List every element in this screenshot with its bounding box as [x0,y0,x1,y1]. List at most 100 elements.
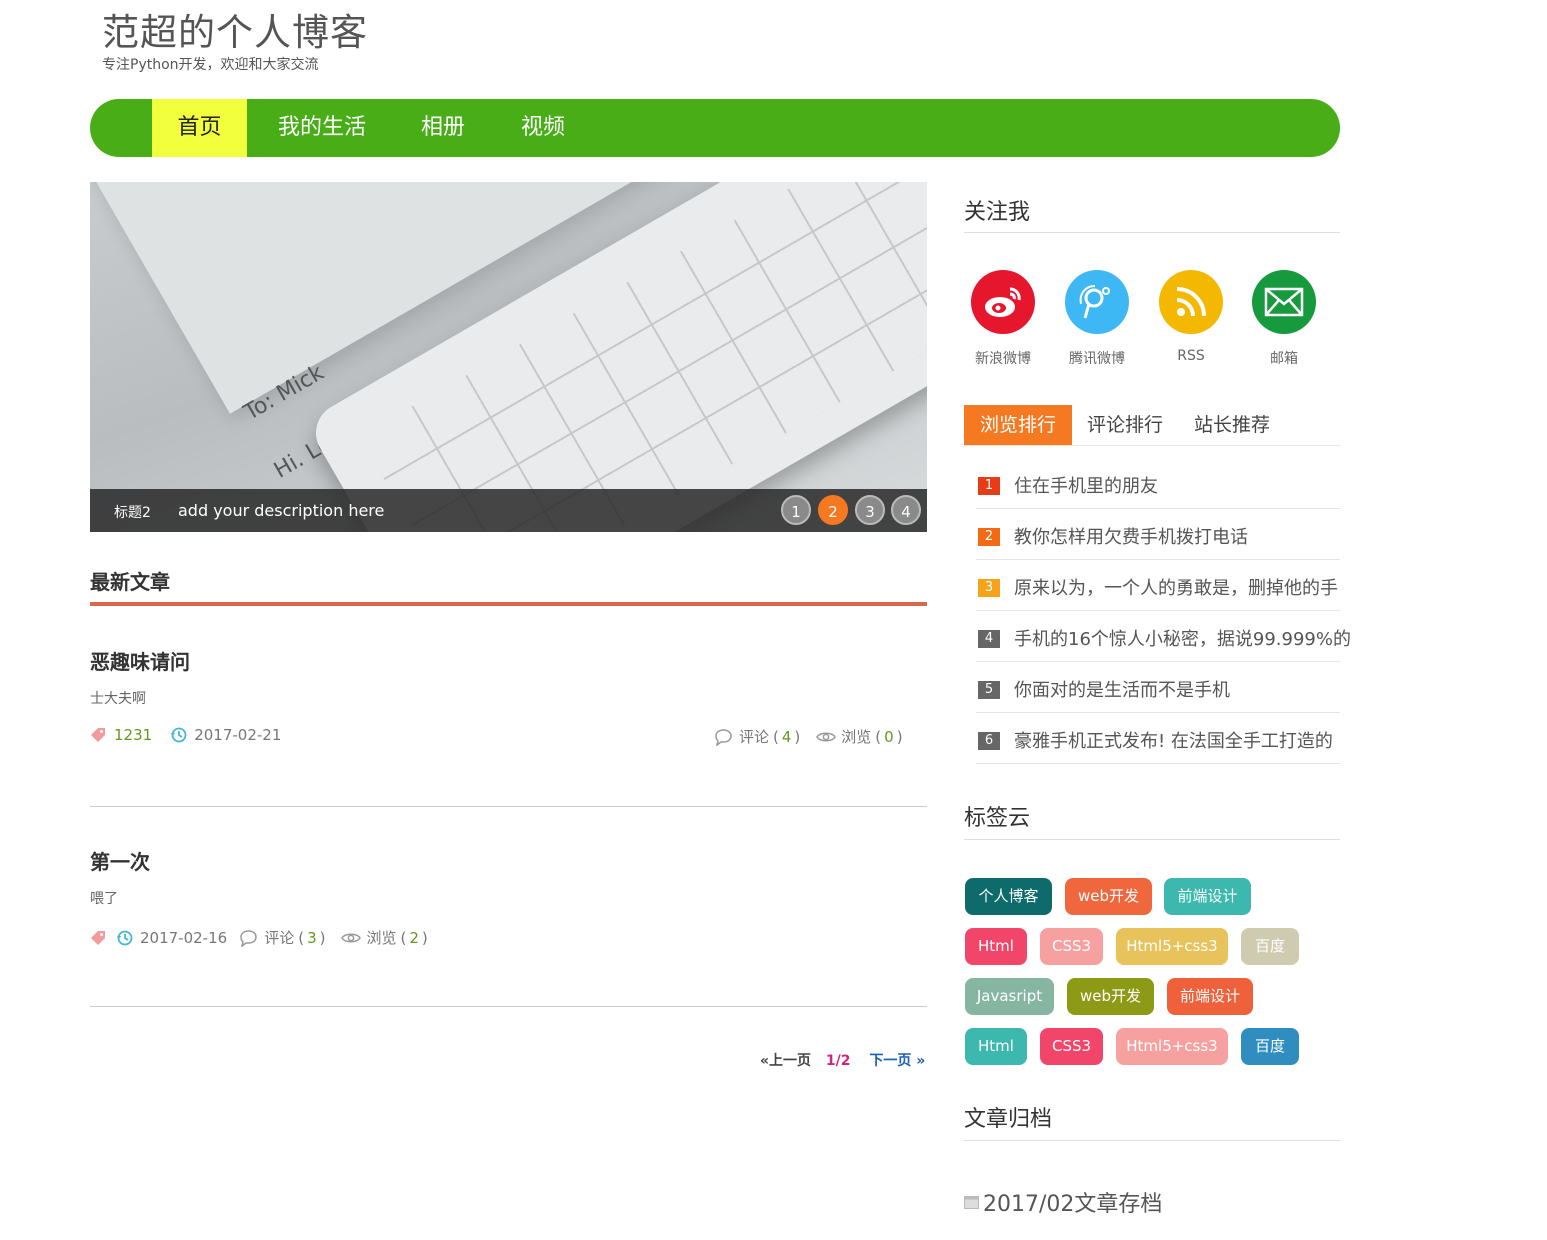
ranking-item[interactable]: 4 手机的16个惊人小秘密，据说99.999%的 [976,611,1351,662]
tag-link[interactable]: 百度 [1241,1028,1299,1065]
tag-link[interactable]: Html5+css3 [1116,928,1228,965]
ranking-badge: 5 [978,681,1000,699]
nav-item-album[interactable]: 相册 [402,99,484,157]
nav-item-home[interactable]: 首页 [152,99,247,157]
article-comments-label: 评论 [264,929,295,947]
ranking-title: 豪雅手机正式发布! 在法国全手工打造的 [1014,731,1333,752]
article-title[interactable]: 第一次 [90,846,150,875]
slider-caption-title: 标题2 [114,505,151,521]
follow-rss[interactable]: RSS [1151,270,1231,364]
follow-mail[interactable]: 邮箱 [1244,270,1324,368]
ranking-badge: 2 [978,528,1000,546]
article-views-label: 浏览 [366,929,397,947]
ranking-item[interactable]: 5 你面对的是生活而不是手机 [976,662,1340,713]
tag-icon [91,728,105,742]
article-views-label: 浏览 [841,728,872,746]
tag-icon [91,930,105,945]
follow-label: RSS [1177,348,1205,364]
eye-icon [341,933,362,942]
ranking-title: 手机的16个惊人小秘密，据说99.999%的 [1014,629,1351,650]
ranking-item[interactable]: 2 教你怎样用欠费手机拨打电话 [976,509,1340,560]
ranking-tabs: 浏览排行 评论排行 站长推荐 [964,405,1340,446]
tag-link[interactable]: web开发 [1067,978,1154,1015]
tag-link[interactable]: 百度 [1241,928,1299,965]
latest-articles-rule [90,602,927,606]
history-icon [117,930,133,945]
tag-link[interactable]: Html5+css3 [1116,1028,1228,1065]
ranking-title: 原来以为，一个人的勇敢是，删掉他的手 [1014,578,1338,599]
archive-rule [964,1140,1340,1141]
comment-icon [715,728,732,746]
archive-item[interactable]: 2017/02文章存档 [964,1186,1162,1218]
follow-label: 邮箱 [1270,351,1298,367]
ranking-item[interactable]: 1 住在手机里的朋友 [976,458,1340,509]
tag-link[interactable]: web开发 [1065,878,1152,915]
ranking-title: 住在手机里的朋友 [1014,476,1158,497]
slider-caption-desc: add your description here [178,501,385,520]
article-divider [90,806,927,807]
ranking-badge: 3 [978,579,1000,597]
slider-dot-1[interactable]: 1 [781,495,811,525]
ranking-title: 你面对的是生活而不是手机 [1014,680,1230,701]
latest-articles-heading: 最新文章 [90,570,170,594]
eye-icon [816,732,837,741]
weibo-icon [971,270,1035,334]
image-slider[interactable]: To: Mick Hi. Long time no see. How 标题2 a… [90,182,927,532]
nav-item-my-life[interactable]: 我的生活 [262,99,382,157]
site-subtitle: 专注Python开发，欢迎和大家交流 [102,57,319,73]
tag-link[interactable]: 个人博客 [965,878,1052,915]
tag-link[interactable]: CSS3 [1040,1028,1103,1065]
follow-label: 腾讯微博 [1069,351,1125,367]
tagcloud-heading: 标签云 [964,806,1031,831]
ranking-badge: 1 [978,477,1000,495]
slider-dot-4[interactable]: 4 [891,495,921,525]
article-divider [90,1006,927,1007]
tab-most-commented[interactable]: 评论排行 [1079,405,1171,445]
history-icon [171,727,187,743]
article-meta: 2017-02-16 评论 (3) 浏览 (2) [90,927,428,948]
ranking-item[interactable]: 3 原来以为，一个人的勇敢是，删掉他的手 [976,560,1340,611]
article-comments-count: 3 [307,928,317,947]
article-summary: 喂了 [90,891,118,907]
slider-caption: 标题2 add your description here 1 2 3 4 [90,489,927,532]
pager-next-link[interactable]: 下一页 » [869,1053,925,1069]
tencent-weibo-icon [1065,270,1129,334]
article-title[interactable]: 恶趣味请问 [90,646,190,675]
tag-link[interactable]: CSS3 [1040,928,1103,965]
slider-dot-2[interactable]: 2 [818,495,848,525]
mail-icon [1252,270,1316,334]
rss-icon [1159,270,1223,334]
article-summary: 士大夫啊 [90,691,146,707]
article-comments-count: 4 [781,727,792,746]
tag-link[interactable]: 前端设计 [1164,878,1251,915]
pager-current: 1/2 [825,1053,851,1069]
article-date: 2017-02-16 [140,928,228,947]
article-views-count: 2 [409,928,419,947]
tab-recommended[interactable]: 站长推荐 [1186,405,1278,445]
calendar-icon [964,1196,979,1209]
article-comments-label: 评论 [739,728,770,746]
ranking-badge: 4 [978,630,1000,648]
pagination: «上一页 1/2 下一页 » [760,1050,925,1070]
follow-rule [964,232,1340,233]
tag-link[interactable]: Html [965,928,1027,965]
tag-link[interactable]: 前端设计 [1167,978,1253,1015]
pager-prev-link[interactable]: «上一页 [760,1053,811,1069]
site-title[interactable]: 范超的个人博客 [102,2,368,56]
comment-icon [240,929,257,947]
tag-link[interactable]: Javasript [965,978,1054,1015]
archive-item-label: 2017/02文章存档 [983,1192,1163,1217]
article-meta-right: 评论 (4) 浏览 (0) [714,726,903,747]
tag-link[interactable]: Html [965,1028,1027,1065]
tagcloud-rule [964,839,1340,840]
follow-tencent-weibo[interactable]: 腾讯微博 [1057,270,1137,368]
nav-item-video[interactable]: 视频 [502,99,584,157]
article-meta-left: 1231 2017-02-21 [90,726,281,744]
article-tag[interactable]: 1231 [114,726,152,744]
ranking-badge: 6 [978,732,1000,750]
follow-weibo[interactable]: 新浪微博 [963,270,1043,368]
slider-dot-3[interactable]: 3 [855,495,885,525]
article-views-count: 0 [884,727,894,746]
tab-most-viewed[interactable]: 浏览排行 [964,405,1072,445]
ranking-item[interactable]: 6 豪雅手机正式发布! 在法国全手工打造的 [976,713,1340,764]
